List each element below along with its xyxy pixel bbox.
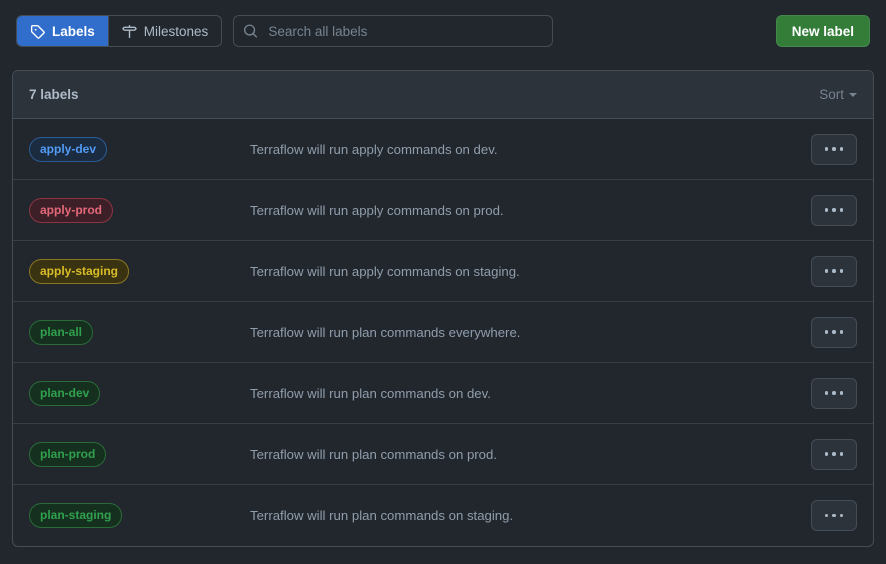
chevron-down-icon: [849, 92, 857, 97]
label-description-cell: Terraflow will run plan commands on stag…: [250, 508, 514, 523]
labels-count: 7 labels: [29, 87, 79, 102]
label-name-cell: plan-dev: [29, 380, 249, 406]
tag-icon: [30, 24, 45, 39]
kebab-menu-icon[interactable]: [811, 255, 857, 287]
kebab-menu-icon[interactable]: [811, 438, 857, 470]
page-toolbar: Labels Milestones New label: [0, 0, 886, 62]
label-description-cell: Terraflow will run apply commands on dev…: [250, 141, 498, 157]
labels-page: Labels Milestones New label: [0, 0, 886, 564]
table-row: plan-all Terraflow will run plan commands…: [13, 302, 873, 363]
label-actions-cell: [797, 377, 857, 409]
tab-milestones[interactable]: Milestones: [107, 16, 222, 46]
sort-button-label: Sort: [819, 87, 844, 102]
labels-milestones-tabs: Labels Milestones: [16, 15, 223, 47]
kebab-menu-icon[interactable]: [811, 316, 857, 348]
label-actions-cell: [797, 133, 857, 165]
label-actions-cell: [797, 438, 857, 470]
milestone-icon: [121, 24, 137, 39]
label-name-cell: plan-staging: [29, 503, 249, 528]
label-name-cell: plan-all: [29, 319, 249, 345]
search-field-wrapper: [233, 15, 554, 47]
label-description-cell: Terraflow will run plan commands on prod…: [250, 446, 498, 462]
table-row: apply-dev Terraflow will run apply comman…: [13, 119, 873, 180]
label-actions-cell: [797, 500, 857, 531]
search-input[interactable]: [233, 15, 554, 47]
label-pill[interactable]: plan-staging: [29, 503, 123, 528]
label-name-cell: apply-staging: [29, 258, 249, 284]
kebab-menu-icon[interactable]: [811, 194, 857, 226]
label-name-cell: apply-prod: [29, 197, 249, 223]
tab-milestones-label: Milestones: [143, 23, 209, 39]
kebab-menu-icon[interactable]: [811, 133, 857, 165]
label-description-cell: Terraflow will run apply commands on sta…: [250, 263, 520, 279]
label-description-cell: Terraflow will run apply commands on pro…: [250, 202, 504, 218]
label-actions-cell: [797, 194, 857, 226]
label-pill[interactable]: apply-staging: [29, 258, 130, 284]
label-name-cell: apply-dev: [29, 136, 249, 162]
table-row: plan-staging Terraflow will run plan comm…: [13, 485, 873, 546]
labels-card-header: 7 labels Sort: [13, 71, 873, 119]
label-description-cell: Terraflow will run plan commands on dev.: [250, 385, 491, 401]
label-pill[interactable]: plan-dev: [29, 380, 101, 406]
tab-labels-label: Labels: [52, 23, 95, 39]
table-row: apply-prod Terraflow will run apply comma…: [13, 180, 873, 241]
label-pill[interactable]: plan-prod: [29, 441, 107, 467]
label-pill[interactable]: plan-all: [29, 319, 94, 345]
tab-labels[interactable]: Labels: [17, 16, 108, 46]
table-row: plan-dev Terraflow will run plan commands…: [13, 363, 873, 424]
kebab-menu-icon[interactable]: [811, 500, 857, 531]
labels-list: apply-dev Terraflow will run apply comman…: [13, 119, 873, 546]
label-actions-cell: [797, 316, 857, 348]
label-actions-cell: [797, 255, 857, 287]
table-row: apply-staging Terraflow will run apply co…: [13, 241, 873, 302]
kebab-menu-icon[interactable]: [811, 377, 857, 409]
label-pill[interactable]: apply-dev: [29, 136, 108, 162]
sort-button[interactable]: Sort: [819, 87, 857, 102]
table-row: plan-prod Terraflow will run plan command…: [13, 424, 873, 485]
labels-card: 7 labels Sort apply-dev Terraflow will ru…: [12, 70, 874, 547]
new-label-button[interactable]: New label: [775, 15, 870, 47]
label-pill[interactable]: apply-prod: [29, 197, 113, 223]
label-name-cell: plan-prod: [29, 441, 249, 467]
label-description-cell: Terraflow will run plan commands everywh…: [250, 324, 521, 340]
